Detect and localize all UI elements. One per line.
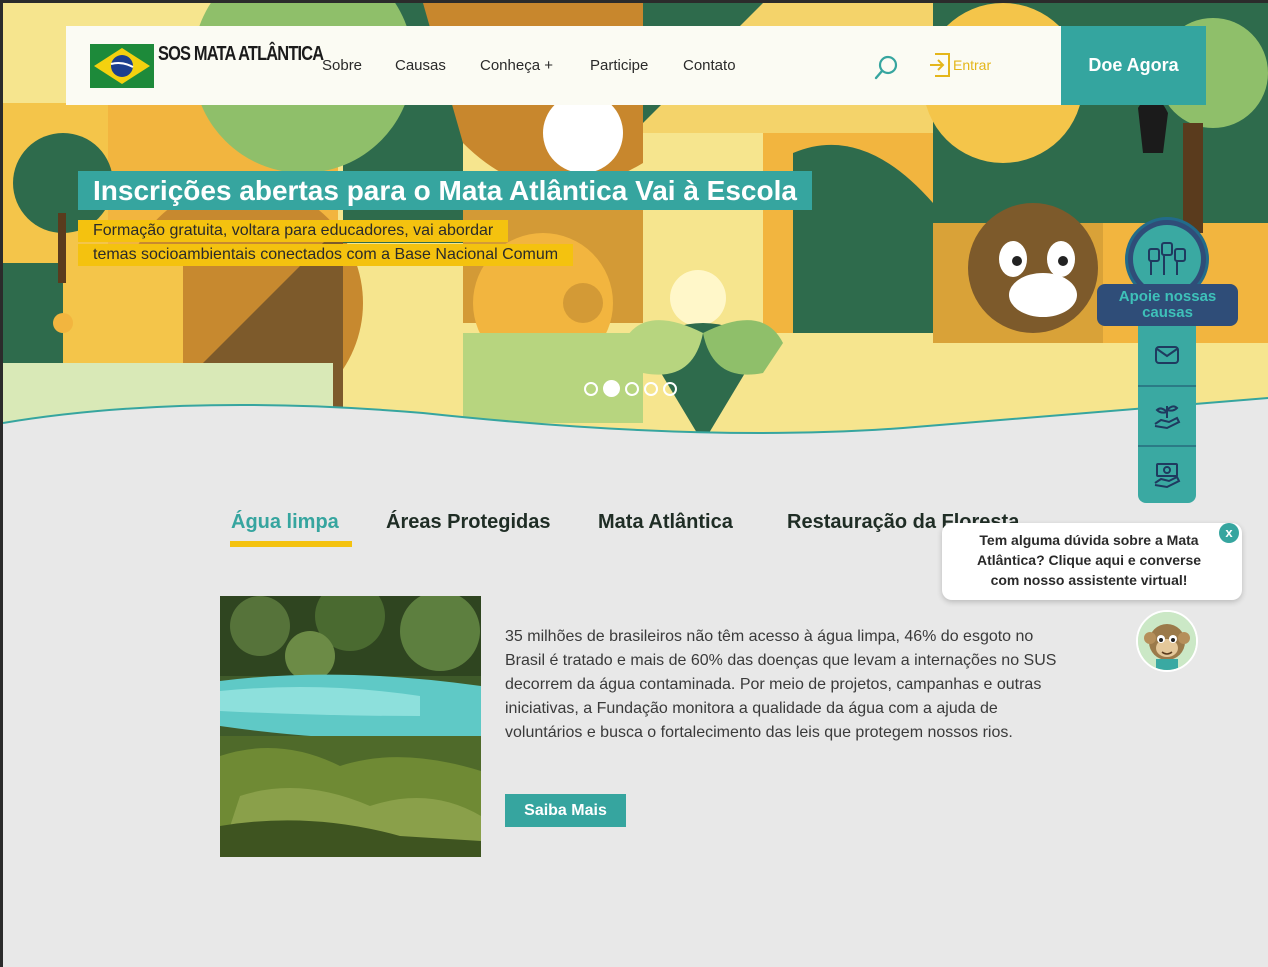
apoie-label[interactable]: Apoie nossas causas xyxy=(1097,284,1238,326)
nav-causas[interactable]: Causas xyxy=(395,57,446,74)
logo[interactable]: SOS MATA ATLÂNTICA xyxy=(90,43,324,89)
search-icon xyxy=(874,55,898,80)
carousel-dot-3[interactable] xyxy=(625,381,639,396)
carousel-dot-2[interactable] xyxy=(603,380,620,397)
brazil-flag-icon xyxy=(90,44,154,88)
hero-banner[interactable]: SOS MATA ATLÂNTICA Sobre Causas Conheça … xyxy=(3,3,1268,453)
monkey-avatar-icon xyxy=(1138,612,1196,670)
volunteer-button[interactable] xyxy=(1138,387,1196,445)
hero-subtitle-line1: Formação gratuita, voltara para educador… xyxy=(78,220,509,242)
page: SOS MATA ATLÂNTICA Sobre Causas Conheça … xyxy=(3,3,1268,967)
cause-description: 35 milhões de brasileiros não têm acesso… xyxy=(505,628,1057,741)
login-label: Entrar xyxy=(953,57,992,73)
raised-fists-icon xyxy=(1148,242,1186,275)
chat-close-button[interactable]: x xyxy=(1219,523,1239,543)
hero-title: Inscrições abertas para o Mata Atlântica… xyxy=(78,171,812,210)
tab-areas-protegidas[interactable]: Áreas Protegidas xyxy=(386,511,551,534)
login-icon xyxy=(930,53,950,77)
hero-subtitle-line2: temas socioambientais conectados com a B… xyxy=(78,244,574,266)
logo-text: SOS MATA ATLÂNTICA xyxy=(158,43,324,65)
chat-assistant-avatar[interactable] xyxy=(1136,610,1198,672)
site-header: SOS MATA ATLÂNTICA Sobre Causas Conheça … xyxy=(66,26,1061,105)
donate-button[interactable]: Doe Agora xyxy=(1061,26,1206,105)
river-photo xyxy=(220,596,481,857)
carousel-dots xyxy=(584,380,677,397)
nav-sobre[interactable]: Sobre xyxy=(322,57,362,74)
side-panel xyxy=(1138,326,1196,503)
plant-hand-icon xyxy=(1154,405,1181,430)
carousel-dot-4[interactable] xyxy=(644,381,658,396)
nav-participe[interactable]: Participe xyxy=(590,57,648,74)
nav-conheca[interactable]: Conheça + xyxy=(480,57,553,74)
search-button[interactable] xyxy=(874,54,900,80)
chat-bubble[interactable]: Tem alguma dúvida sobre a Mata Atlântica… xyxy=(942,523,1242,600)
tab-agua-limpa[interactable]: Água limpa xyxy=(231,511,339,534)
tab-mata-atlantica[interactable]: Mata Atlântica xyxy=(598,511,733,534)
mail-icon xyxy=(1155,346,1179,364)
money-hand-icon xyxy=(1154,463,1181,489)
newsletter-button[interactable] xyxy=(1138,326,1196,384)
saiba-mais-button[interactable]: Saiba Mais xyxy=(505,794,626,827)
active-tab-indicator xyxy=(230,541,352,547)
carousel-dot-5[interactable] xyxy=(663,381,677,396)
nav-contato[interactable]: Contato xyxy=(683,57,736,74)
carousel-dot-1[interactable] xyxy=(584,381,598,396)
donation-button[interactable] xyxy=(1138,446,1196,504)
